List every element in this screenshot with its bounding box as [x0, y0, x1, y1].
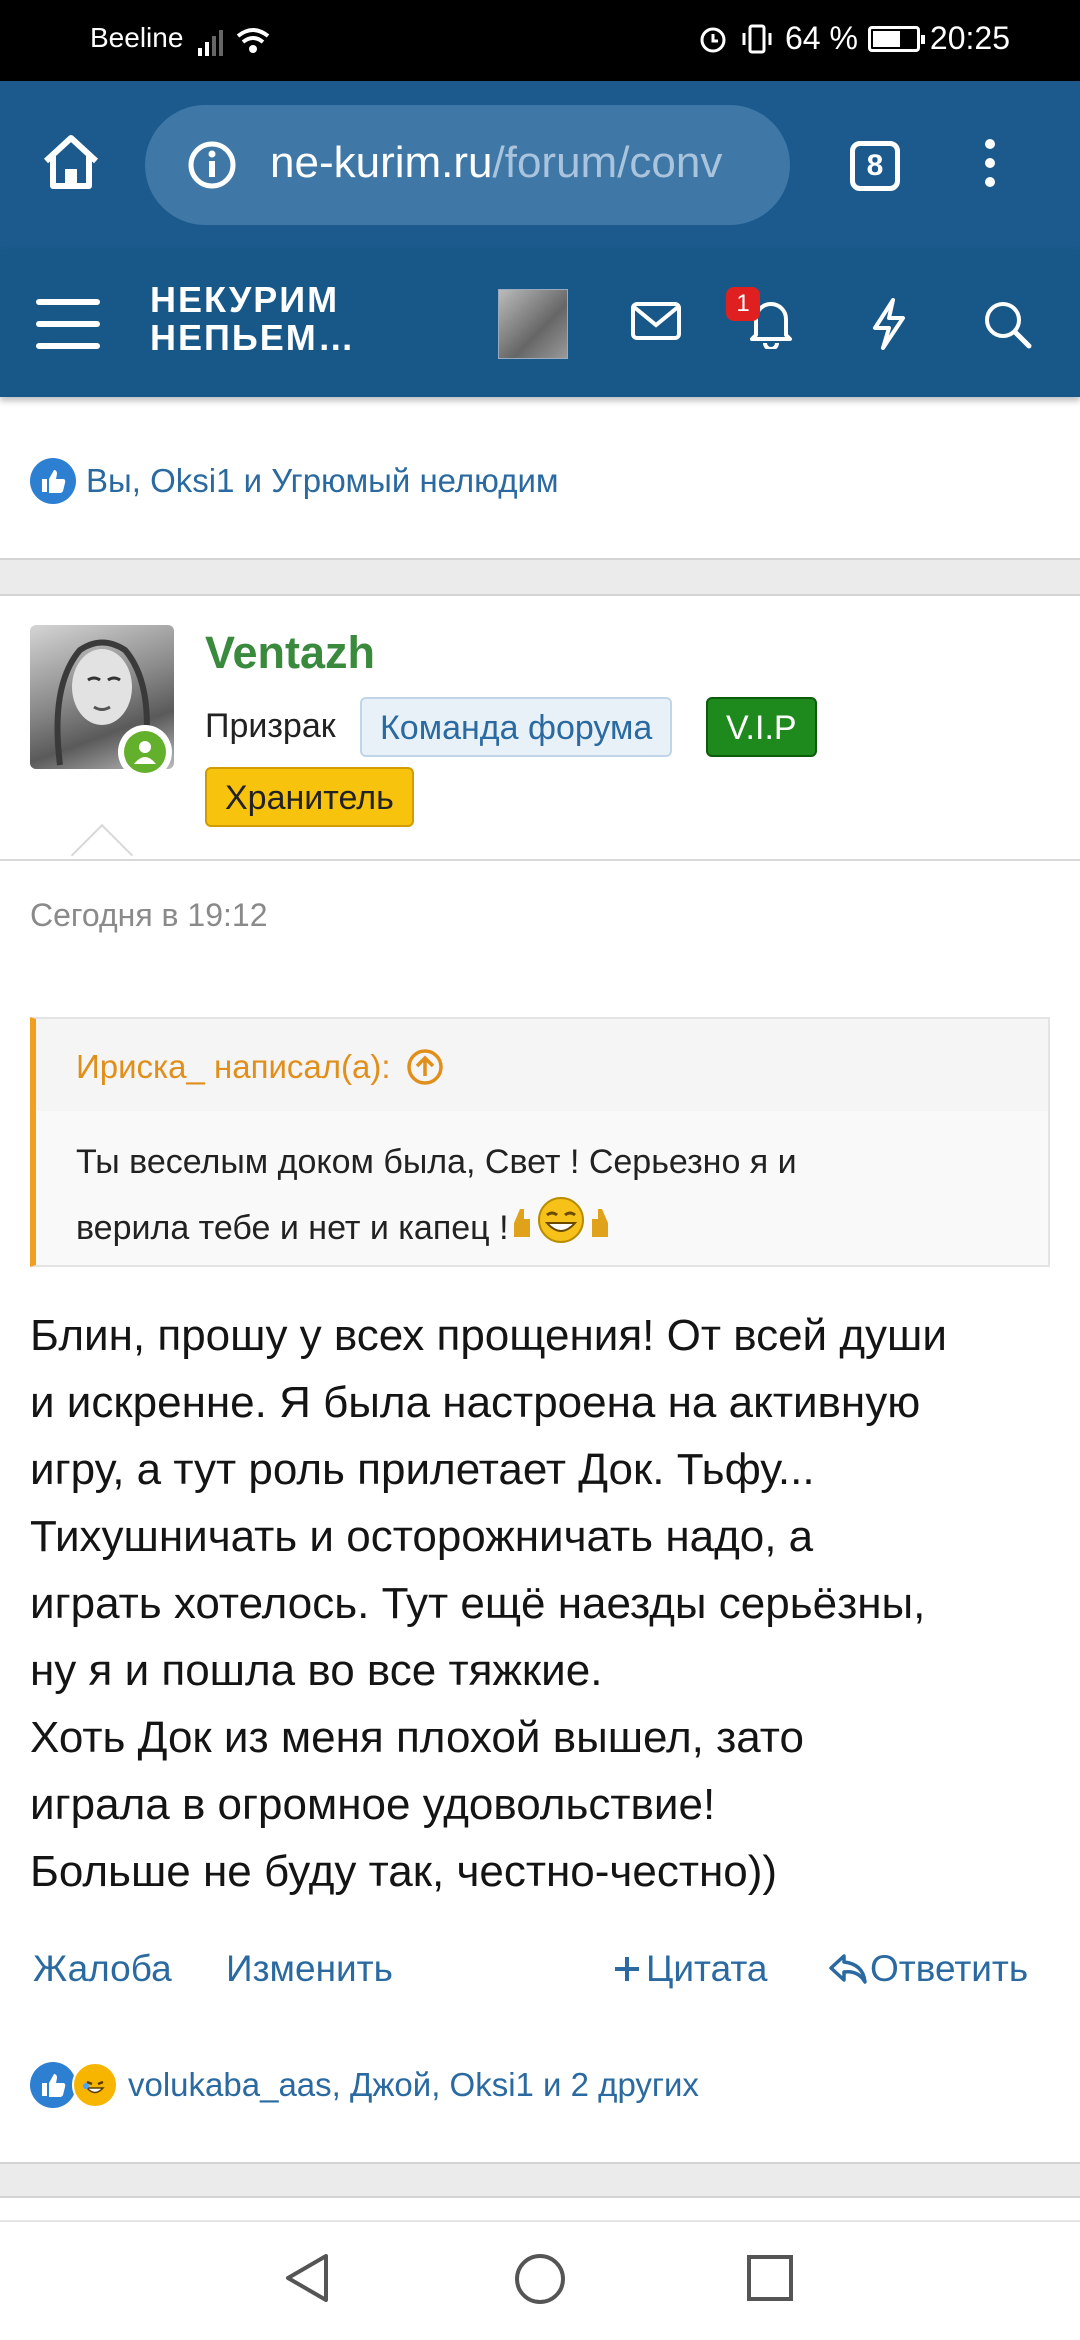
quote-author[interactable]: Ириска_ написал(а): — [76, 1048, 391, 1086]
post-actions: Жалоба Изменить Цитата Ответить — [0, 1948, 1080, 2008]
keeper-badge: Хранитель — [205, 767, 414, 827]
search-icon[interactable] — [982, 299, 1032, 354]
address-bar[interactable]: ne-kurim.ru/forum/conv — [145, 105, 790, 225]
quote-header[interactable]: Ириска_ написал(а): — [76, 1047, 445, 1087]
quote-text: Ты веселым доком была, Свет ! Серьезно я… — [36, 1111, 1048, 1265]
site-info-icon[interactable] — [187, 140, 237, 195]
author-name[interactable]: Ventazh — [205, 627, 375, 679]
team-badge: Команда форума — [360, 697, 673, 757]
report-link[interactable]: Жалоба — [33, 1948, 172, 1990]
browser-toolbar: ne-kurim.ru/forum/conv 8 — [0, 81, 1080, 249]
post-line: играть хотелось. Тут ещё наезды серьёзны… — [30, 1579, 926, 1628]
inbox-icon[interactable] — [630, 301, 682, 348]
site-header: НЕКУРИМ НЕПЬЕМ… 1 — [0, 249, 1080, 397]
arrow-up-circle-icon[interactable] — [405, 1047, 445, 1087]
edit-link[interactable]: Изменить — [226, 1948, 393, 1990]
system-nav-bar — [0, 2220, 1080, 2340]
url-host: ne-kurim.ru — [270, 138, 493, 187]
post-line: Блин, прошу у всех прощения! От всей душ… — [30, 1311, 947, 1360]
like-icon — [30, 458, 76, 504]
post-line: Хоть Док из меня плохой вышел, зато — [30, 1713, 804, 1762]
reply-icon — [829, 1954, 867, 1984]
online-status-icon — [118, 725, 172, 779]
site-logo[interactable]: НЕКУРИМ НЕПЬЕМ… — [150, 281, 356, 357]
post-line: и искренне. Я была настроена на активную — [30, 1378, 921, 1427]
battery-percent: 64 % — [784, 20, 858, 56]
url-text[interactable]: ne-kurim.ru/forum/conv — [270, 138, 722, 188]
post-line: игру, а тут роль прилетает Док. Тьфу... — [30, 1445, 815, 1494]
post-message: Блин, прошу у всех прощения! От всей душ… — [30, 1302, 1060, 1905]
status-bar: Beeline 64 % 20:25 — [0, 0, 1080, 81]
clock: 20:25 — [929, 20, 1010, 56]
battery-icon — [867, 25, 925, 52]
alarm-icon — [700, 27, 726, 52]
like-icon — [30, 2062, 76, 2108]
more-menu-icon[interactable] — [985, 139, 995, 196]
arrow-notch — [70, 823, 134, 887]
reactions-list[interactable]: Вы, Oksi1 и Угрюмый нелюдим — [86, 462, 559, 500]
quote-line-1: Ты веселым доком была, Свет ! Серьезно я… — [76, 1143, 797, 1181]
post-line: ну я и пошла во все тяжкие. — [30, 1646, 603, 1695]
quote-line-2: верила тебе и нет и капец ! — [76, 1193, 1008, 1267]
menu-icon[interactable] — [36, 299, 100, 365]
whats-new-icon[interactable] — [868, 297, 910, 356]
notification-badge: 1 — [726, 287, 760, 321]
post-line: Тихушничать и осторожничать надо, а — [30, 1512, 814, 1561]
post-separator — [0, 558, 1080, 596]
previous-post-reactions[interactable]: Вы, Oksi1 и Угрюмый нелюдим — [30, 458, 559, 504]
status-right: 64 % 20:25 — [697, 20, 1010, 57]
vip-badge: V.I.P — [706, 697, 817, 757]
author-title: Призрак — [205, 707, 336, 745]
vibrate-icon — [742, 24, 772, 53]
reactions-list[interactable]: volukaba_aas, Джой, Oksi1 и 2 других — [128, 2066, 699, 2104]
logo-line-1: НЕКУРИМ — [150, 279, 340, 320]
post-line: играла в огромное удовольствие! — [30, 1780, 716, 1829]
home-nav-icon[interactable] — [513, 2252, 567, 2311]
thumbs-laugh-emoji-icon — [511, 1193, 611, 1267]
home-icon[interactable] — [40, 133, 102, 196]
carrier-label: Beeline — [90, 22, 184, 53]
back-icon[interactable] — [282, 2250, 332, 2311]
account-avatar[interactable] — [498, 289, 568, 359]
laugh-icon — [72, 2062, 118, 2108]
post-date[interactable]: Сегодня в 19:12 — [30, 897, 268, 934]
quote-block: Ириска_ написал(а): Ты веселым доком был… — [30, 1017, 1050, 1267]
post-separator — [0, 2162, 1080, 2198]
url-path: /forum/conv — [492, 138, 723, 187]
signal-wifi-icon — [198, 22, 278, 63]
quote-button[interactable]: Цитата — [612, 1948, 767, 1990]
post-author-block: Ventazh Призрак Команда форума V.I.P Хра… — [0, 595, 1080, 887]
post-line: Больше не буду так, честно-честно)) — [30, 1847, 778, 1896]
recents-icon[interactable] — [746, 2254, 794, 2307]
divider — [0, 859, 1080, 861]
plus-icon — [615, 1957, 639, 1981]
post-reactions[interactable]: volukaba_aas, Джой, Oksi1 и 2 других — [30, 2062, 699, 2108]
logo-line-2: НЕПЬЕМ… — [150, 317, 356, 358]
reply-button[interactable]: Ответить — [828, 1948, 1028, 1990]
tab-switcher-button[interactable]: 8 — [850, 141, 900, 191]
